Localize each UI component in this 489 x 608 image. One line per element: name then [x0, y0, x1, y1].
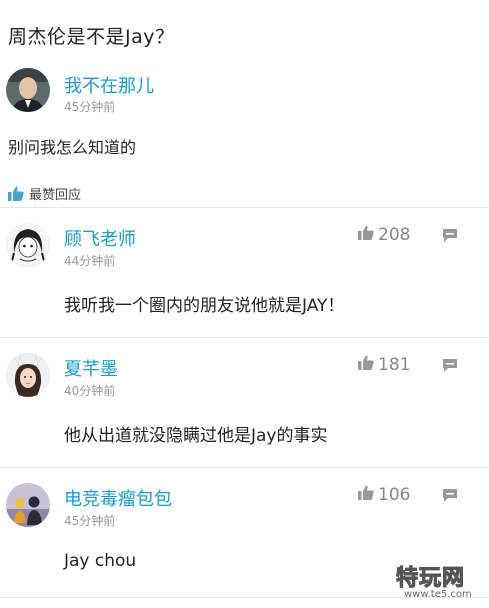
commenter-avatar[interactable]: [6, 483, 50, 527]
like-button[interactable]: 208: [358, 225, 410, 245]
commenter-name[interactable]: 夏芊墨: [64, 355, 118, 381]
comment-body: Jay chou: [64, 551, 137, 571]
like-count: 106: [378, 485, 411, 505]
commenter-avatar[interactable]: [6, 353, 50, 397]
commenter-name[interactable]: 顾飞老师: [64, 225, 136, 251]
watermark-url: www.te5.com: [404, 589, 472, 600]
comment-time: 44分钟前: [64, 254, 116, 268]
comment-body: 我听我一个圈内的朋友说他就是JAY！: [64, 296, 345, 316]
like-button[interactable]: 106: [358, 485, 410, 505]
like-count: 208: [378, 225, 411, 245]
reply-icon[interactable]: [442, 228, 458, 247]
thumbs-up-icon: [358, 225, 374, 245]
commenter-name[interactable]: 电竞毒瘤包包: [64, 485, 172, 511]
comment-body: 他从出道就没隐瞒过他是Jay的事实: [64, 426, 328, 446]
top-replies-label: 最赞回应: [29, 188, 82, 203]
commenter-avatar[interactable]: [6, 223, 50, 267]
like-button[interactable]: 181: [358, 355, 410, 375]
post-time: 45分钟前: [64, 100, 116, 114]
comment-time: 40分钟前: [64, 384, 116, 398]
post-body: 别问我怎么知道的: [8, 138, 137, 157]
like-count: 181: [378, 355, 411, 375]
comment-item: 夏芊墨 40分钟前 181 他从出道就没隐瞒过他是Jay的事实: [0, 337, 489, 467]
site-watermark: 特玩网 www.te5.com: [395, 560, 484, 604]
thumbs-up-icon: [358, 355, 374, 375]
question-title[interactable]: 周杰伦是不是Jay？: [8, 22, 175, 49]
author-name[interactable]: 我不在那儿: [64, 72, 154, 98]
watermark-brand: 特玩网: [395, 566, 466, 592]
post-header: 我不在那儿 45分钟前: [6, 68, 476, 118]
reply-icon[interactable]: [442, 488, 458, 507]
reply-icon[interactable]: [442, 358, 458, 377]
author-avatar[interactable]: [6, 68, 50, 112]
top-replies-header: 最赞回应: [8, 184, 81, 203]
comment-item: 顾飞老师 44分钟前 208 我听我一个圈内的朋友说他就是JAY！: [0, 207, 489, 337]
thumbs-up-icon: [8, 186, 24, 201]
page: 周杰伦是不是Jay？ 我不在那儿 45分钟前 别问我怎么知道的 最赞回应 顾飞老…: [0, 0, 489, 608]
comment-time: 45分钟前: [64, 514, 116, 528]
thumbs-up-icon: [358, 485, 374, 505]
